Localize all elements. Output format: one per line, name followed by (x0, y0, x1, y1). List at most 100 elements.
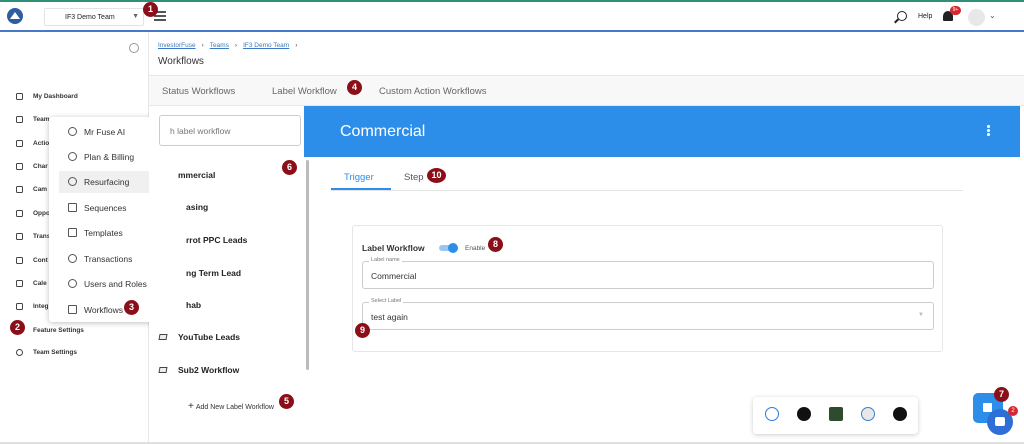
bluetooth-icon[interactable] (765, 407, 779, 421)
list-item[interactable]: ng Term Lead (186, 267, 241, 278)
marker-7: 7 (994, 387, 1009, 402)
label-name-caption: Label name (369, 257, 402, 263)
marker-5: 5 (279, 394, 294, 409)
select-label-caption: Select Label (369, 298, 404, 304)
breadcrumb-separator: › (201, 42, 204, 49)
team-selector-label: IF3 Demo Team (65, 14, 115, 21)
sidebar-item-opportunities[interactable]: Oppo (16, 210, 50, 220)
megaphone-icon (16, 186, 23, 193)
extension-tray (753, 397, 918, 434)
list-item[interactable]: asing (186, 201, 208, 212)
tab-label-workflow[interactable]: Label Workflow (272, 86, 337, 97)
home-icon (16, 210, 23, 217)
marker-3: 3 (124, 300, 139, 315)
list-item[interactable]: YouTube Leads (158, 331, 240, 342)
breadcrumb-team[interactable]: IF3 Demo Team (243, 42, 289, 49)
tab-status-workflows[interactable]: Status Workflows (162, 86, 235, 97)
section-label: Label Workflow (362, 243, 425, 253)
sidebar-item-integrations[interactable]: Integ (16, 303, 49, 313)
calendar-icon (16, 280, 23, 287)
help-link[interactable]: Help (918, 13, 932, 20)
gear-icon (16, 349, 23, 356)
page-title: Workflows (158, 56, 204, 67)
tab-trigger[interactable]: Trigger (344, 172, 374, 183)
breadcrumb: InvestorFuse › Teams › IF3 Demo Team › (158, 42, 303, 49)
sidebar-item-team-settings[interactable]: Team Settings (16, 349, 77, 359)
marker-6: 6 (282, 160, 297, 175)
app-logo-icon[interactable] (7, 8, 23, 24)
diamond-icon (158, 366, 168, 373)
puzzle-icon (16, 163, 23, 170)
search-icon[interactable] (897, 11, 907, 21)
avatar[interactable] (968, 9, 985, 26)
add-label-workflow-button[interactable]: + Add New Label Workflow (188, 401, 274, 412)
sidebar-item-char[interactable]: Char (16, 163, 48, 173)
notification-badge: 9+ (950, 6, 961, 15)
list-item[interactable]: mmercial (178, 169, 215, 180)
plus-icon: + (188, 401, 194, 412)
marker-10: 10 (427, 168, 446, 183)
layers-icon (16, 116, 23, 123)
sync-icon (68, 254, 77, 263)
sliders-icon (68, 305, 77, 314)
kebab-menu-icon[interactable] (987, 125, 990, 138)
sidebar-item-calendar[interactable]: Cale (16, 280, 47, 290)
app-icon[interactable] (893, 407, 907, 421)
copy-icon (68, 228, 77, 237)
sidebar-item-transactions[interactable]: Trans (16, 233, 50, 243)
marker-9: 9 (355, 323, 370, 338)
refresh-icon (68, 177, 77, 186)
enable-label: Enable (465, 245, 486, 252)
trigger-card: Label Workflow Enable Label name Commerc… (352, 225, 943, 352)
dollar-icon (68, 152, 77, 161)
avatar-chevron-icon[interactable]: ⌄ (989, 11, 996, 20)
breadcrumb-teams[interactable]: Teams (210, 42, 229, 49)
select-label-dropdown[interactable]: Select Label test again ▼ (362, 298, 934, 330)
cash-icon (16, 233, 23, 240)
sidebar-settings-icon[interactable] (129, 43, 139, 53)
chevron-down-icon: ▼ (132, 13, 139, 20)
workflow-search-input[interactable]: h label workflow (159, 115, 301, 146)
marker-2: 2 (10, 320, 25, 335)
label-name-value: Commercial (371, 271, 417, 281)
team-selector[interactable]: IF3 Demo Team ▼ (44, 8, 144, 26)
app-icon[interactable] (829, 407, 843, 421)
sidebar-item-campaigns[interactable]: Cam (16, 186, 47, 196)
diamond-icon (158, 333, 168, 340)
list-item[interactable]: Sub2 Workflow (158, 364, 239, 375)
sidebar-item-contacts[interactable]: Cont (16, 257, 48, 267)
marker-8: 8 (488, 237, 503, 252)
list-scrollbar[interactable] (306, 160, 309, 370)
ai-icon (68, 127, 77, 136)
list-item[interactable]: hab (186, 299, 201, 310)
workflow-detail-header: Commercial (304, 106, 1020, 157)
app-frame: IF3 Demo Team ▼ Help 9+ ⌄ My Dashboard T… (0, 0, 1024, 444)
breadcrumb-investorfuse[interactable]: InvestorFuse (158, 42, 196, 49)
network-icon[interactable] (861, 407, 875, 421)
list-check-icon (68, 203, 77, 212)
marker-1: 1 (143, 2, 158, 17)
tab-custom-action-workflows[interactable]: Custom Action Workflows (379, 86, 487, 97)
grammarly-icon[interactable] (797, 407, 811, 421)
select-label-value: test again (371, 312, 408, 322)
chevron-down-icon: ▼ (918, 312, 924, 318)
people-icon (16, 257, 23, 264)
sidebar-item-feature-settings[interactable]: Feature Settings (16, 327, 84, 337)
tab-divider (331, 190, 963, 191)
check-circle-icon (16, 140, 23, 147)
breadcrumb-separator: › (234, 42, 238, 49)
chat-badge: 2 (1008, 406, 1018, 416)
nodes-icon (16, 303, 23, 310)
workflow-tabs: Status Workflows Label Workflow Custom A… (149, 75, 1024, 106)
sidebar-item-actions[interactable]: Actio (16, 140, 49, 150)
sidebar-item-team[interactable]: Team (16, 116, 50, 126)
list-item[interactable]: rrot PPC Leads (186, 234, 247, 245)
tab-step[interactable]: Step (404, 172, 424, 183)
label-name-field[interactable]: Label name Commercial (362, 257, 934, 289)
users-icon (68, 279, 77, 288)
marker-4: 4 (347, 80, 362, 95)
enable-toggle[interactable] (439, 243, 459, 253)
check-icon (448, 243, 458, 253)
sidebar-item-dashboard[interactable]: My Dashboard (16, 93, 78, 103)
grid-icon (16, 93, 23, 100)
